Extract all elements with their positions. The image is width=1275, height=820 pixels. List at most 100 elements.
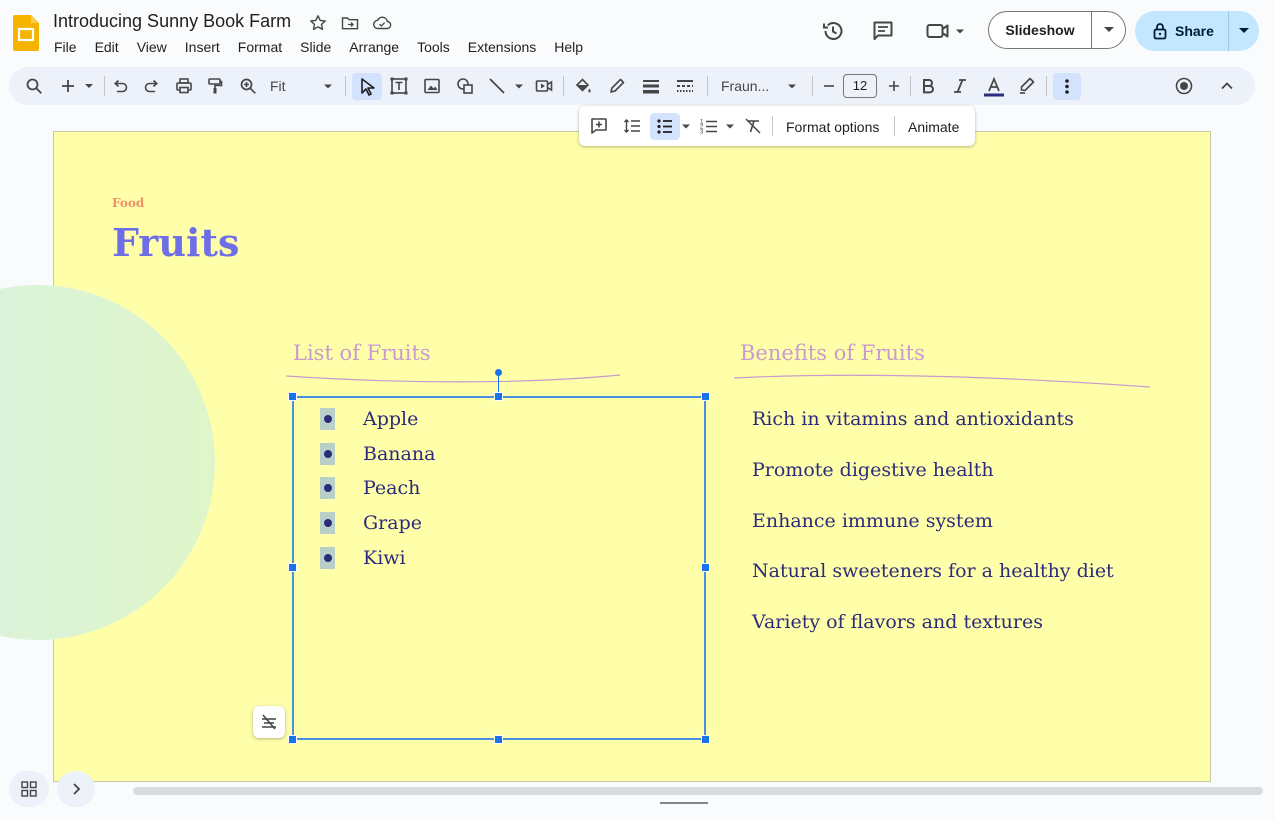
menu-tools[interactable]: Tools (408, 38, 459, 56)
resize-handle-top[interactable] (494, 392, 503, 401)
share-options-dropdown[interactable] (1229, 28, 1259, 34)
chevron-down-icon[interactable] (322, 77, 334, 95)
expand-filmstrip-button[interactable] (57, 771, 95, 807)
toolbar-divider (894, 116, 895, 136)
menu-file[interactable]: File (45, 38, 86, 56)
benefit-item[interactable]: Variety of flavors and textures (752, 611, 1043, 633)
bold-icon[interactable] (919, 77, 937, 95)
border-color-icon[interactable] (608, 77, 626, 95)
benefits-heading[interactable]: Benefits of Fruits (740, 341, 925, 365)
line-spacing-icon[interactable] (623, 117, 641, 135)
benefit-item[interactable]: Rich in vitamins and antioxidants (752, 408, 1074, 430)
zoom-icon[interactable] (239, 77, 257, 95)
select-tool-button[interactable] (352, 73, 382, 100)
star-icon[interactable] (309, 14, 327, 32)
decrease-font-size-icon[interactable] (820, 77, 838, 95)
resize-handle-left[interactable] (288, 563, 297, 572)
increase-font-size-icon[interactable] (885, 77, 903, 95)
fill-color-icon[interactable] (574, 77, 592, 95)
resize-handle-bottom-right[interactable] (701, 735, 710, 744)
new-slide-button[interactable] (59, 77, 97, 95)
bulleted-list-button[interactable] (650, 113, 680, 140)
menu-insert[interactable]: Insert (176, 38, 229, 56)
rotate-handle[interactable] (495, 369, 502, 376)
font-size-input[interactable]: 12 (843, 74, 877, 98)
benefit-item[interactable]: Natural sweeteners for a healthy diet (752, 560, 1114, 582)
text-box-icon[interactable] (390, 77, 408, 95)
decorative-circle (0, 285, 215, 640)
zoom-select[interactable]: Fit (270, 78, 286, 94)
menu-view[interactable]: View (128, 38, 176, 56)
menu-help[interactable]: Help (545, 38, 592, 56)
slide-title[interactable]: Fruits (112, 220, 239, 265)
insert-image-icon[interactable] (423, 77, 441, 95)
chevron-down-icon (1103, 27, 1114, 32)
share-label[interactable]: Share (1175, 23, 1214, 39)
shape-icon[interactable] (456, 77, 474, 95)
horizontal-scrollbar[interactable] (133, 787, 1263, 795)
toolbar-divider (345, 76, 346, 96)
svg-text:3: 3 (700, 130, 704, 136)
benefits-heading-underline (733, 374, 1151, 388)
slide-kicker[interactable]: Food (112, 196, 144, 210)
more-options-button[interactable] (1053, 73, 1081, 100)
menu-extensions[interactable]: Extensions (459, 38, 545, 56)
resize-handle-top-left[interactable] (288, 392, 297, 401)
chevron-down-icon[interactable] (786, 77, 798, 95)
highlight-color-icon[interactable] (1018, 77, 1036, 95)
toolbar-divider (563, 76, 564, 96)
benefit-item[interactable]: Promote digestive health (752, 459, 994, 481)
speaker-notes-resize-handle[interactable] (660, 802, 708, 804)
add-comment-icon[interactable] (590, 117, 608, 135)
meet-call-button[interactable] (925, 19, 967, 43)
grid-view-button[interactable] (9, 771, 49, 807)
animate-button[interactable]: Animate (908, 119, 959, 135)
list-heading[interactable]: List of Fruits (293, 341, 431, 365)
insert-video-icon[interactable] (535, 77, 553, 95)
slides-logo[interactable] (13, 15, 39, 51)
chevron-down-icon[interactable] (680, 117, 692, 135)
border-dash-icon[interactable] (676, 77, 694, 95)
record-icon[interactable] (1175, 77, 1193, 95)
numbered-list-icon[interactable]: 123 (700, 117, 718, 136)
print-icon[interactable] (175, 77, 193, 95)
chevron-right-icon (73, 783, 81, 795)
share-button[interactable]: Share (1135, 11, 1259, 51)
lock-icon (1153, 23, 1167, 40)
comments-icon[interactable] (871, 19, 895, 43)
slideshow-button[interactable]: Slideshow (988, 11, 1126, 49)
format-options-button[interactable]: Format options (786, 119, 879, 135)
resize-handle-bottom[interactable] (494, 735, 503, 744)
version-history-icon[interactable] (821, 19, 845, 43)
menu-edit[interactable]: Edit (86, 38, 128, 56)
border-weight-icon[interactable] (642, 77, 660, 95)
slideshow-options-dropdown[interactable] (1092, 27, 1125, 33)
collapse-toolbar-icon[interactable] (1218, 77, 1236, 95)
slideshow-label[interactable]: Slideshow (989, 22, 1091, 38)
redo-icon[interactable] (143, 77, 161, 95)
move-folder-icon[interactable] (341, 14, 359, 32)
undo-icon[interactable] (111, 77, 129, 95)
menu-slide[interactable]: Slide (291, 38, 340, 56)
italic-icon[interactable] (951, 77, 969, 95)
resize-handle-top-right[interactable] (701, 392, 710, 401)
resize-handle-bottom-left[interactable] (288, 735, 297, 744)
resize-handle-right[interactable] (701, 563, 710, 572)
menu-arrange[interactable]: Arrange (340, 38, 408, 56)
paint-format-icon[interactable] (206, 77, 224, 95)
chevron-down-icon[interactable] (724, 117, 736, 135)
text-box-selection-frame[interactable] (292, 396, 706, 740)
line-tool-button[interactable] (488, 77, 526, 95)
search-menus-icon[interactable] (25, 77, 43, 95)
document-title[interactable]: Introducing Sunny Book Farm (53, 11, 291, 32)
toolbar-divider (772, 116, 773, 136)
cloud-saved-icon[interactable] (372, 14, 392, 32)
menu-format[interactable]: Format (229, 38, 291, 56)
font-family-select[interactable]: Fraun... (721, 78, 769, 94)
clear-formatting-icon[interactable] (744, 117, 762, 135)
text-color-icon[interactable] (983, 76, 1005, 99)
menu-bar: File Edit View Insert Format Slide Arran… (45, 38, 592, 56)
benefit-item[interactable]: Enhance immune system (752, 510, 993, 532)
autofit-button[interactable] (253, 706, 285, 738)
toolbar-divider (1046, 76, 1047, 96)
